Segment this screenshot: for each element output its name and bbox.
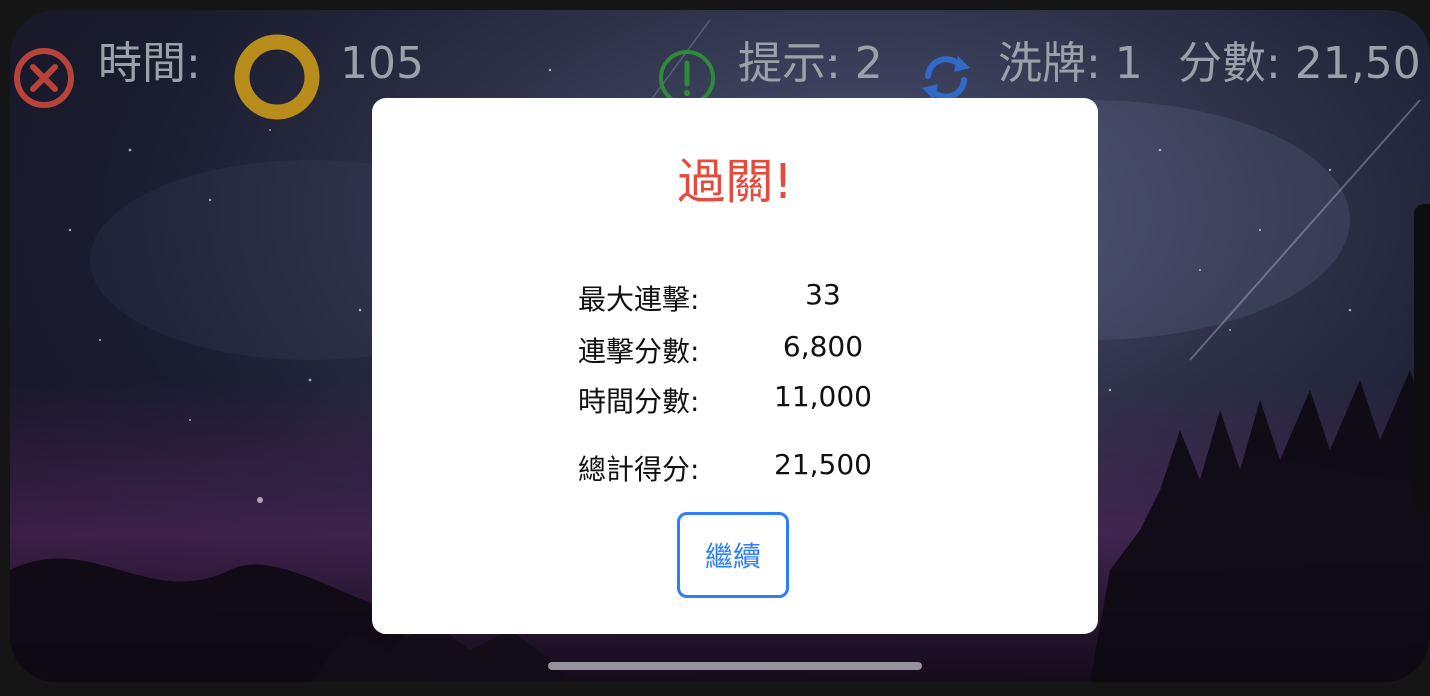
time-label: 時間: bbox=[98, 38, 201, 89]
stat-row-total-score: 總計得分: 21,500 bbox=[578, 448, 898, 488]
stat-value: 21,500 bbox=[774, 448, 872, 481]
level-complete-dialog: 過關! 最大連擊: 33 連擊分數: 6,800 時間分數: 11,000 總計… bbox=[372, 98, 1098, 634]
side-notch bbox=[1414, 204, 1430, 514]
stat-value: 33 bbox=[805, 278, 841, 311]
score-label: 分數: 21,50 bbox=[1178, 38, 1421, 89]
continue-button[interactable]: 繼續 bbox=[677, 512, 789, 598]
stat-label: 總計得分: bbox=[578, 453, 700, 486]
shuffle-label: 洗牌: 1 bbox=[998, 38, 1143, 89]
stat-label: 時間分數: bbox=[578, 385, 700, 418]
close-icon[interactable] bbox=[12, 46, 76, 110]
timer-ring-icon bbox=[234, 34, 320, 120]
device-frame: 時間: 105 提示: 2 洗牌: 1 分數: 21,50 過關! 最大連擊: … bbox=[0, 0, 1430, 696]
dialog-title: 過關! bbox=[677, 154, 793, 210]
stat-value: 11,000 bbox=[774, 380, 872, 413]
stat-label: 最大連擊: bbox=[578, 283, 700, 316]
stat-value: 6,800 bbox=[782, 330, 864, 363]
stat-row-combo-score: 連擊分數: 6,800 bbox=[578, 330, 898, 370]
stat-row-max-combo: 最大連擊: 33 bbox=[578, 278, 898, 318]
stat-row-time-score: 時間分數: 11,000 bbox=[578, 380, 898, 420]
home-indicator[interactable] bbox=[548, 662, 922, 670]
time-value: 105 bbox=[340, 38, 424, 89]
hint-label: 提示: 2 bbox=[738, 38, 883, 89]
stat-label: 連擊分數: bbox=[578, 335, 700, 368]
